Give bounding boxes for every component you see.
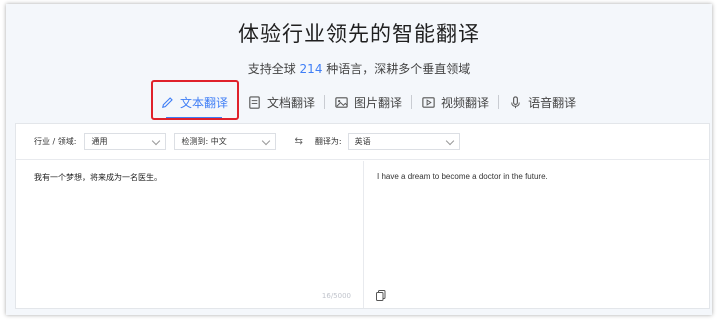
source-text-area[interactable]: 我有一个梦想，将来成为一名医生。 16/5000	[16, 161, 364, 308]
target-language-value: 英语	[354, 137, 371, 146]
tab-divider	[411, 95, 413, 109]
tab-text-translation[interactable]: 文本翻译	[154, 88, 234, 119]
document-icon	[249, 95, 260, 109]
translated-text: I have a dream to become a doctor in the…	[377, 172, 548, 181]
source-text[interactable]: 我有一个梦想，将来成为一名医生。	[34, 172, 162, 183]
detected-language: 检测到: 中文	[181, 137, 227, 146]
target-language-label: 翻译为:	[314, 137, 342, 146]
industry-label: 行业 / 领域:	[34, 137, 77, 146]
subtitle-prefix: 支持全球	[247, 62, 296, 76]
translation-panel: 行业 / 领域: 通用 检测到: 中文 ⇆ 翻译为: 英语 我有一个梦想，将来成…	[15, 123, 710, 309]
tab-document-translation[interactable]: 文档翻译	[241, 88, 321, 116]
tab-divider	[237, 95, 239, 109]
page-frame: 体验行业领先的智能翻译 支持全球 214 种语言，深耕多个垂直领域 文本翻译 文…	[6, 4, 712, 315]
language-count: 214	[299, 62, 323, 76]
chevron-down-icon	[152, 136, 161, 146]
chevron-down-icon	[445, 136, 454, 146]
target-language-select[interactable]: 英语	[347, 133, 460, 150]
character-count: 16/5000	[321, 292, 351, 300]
industry-select[interactable]: 通用	[84, 133, 167, 150]
source-language-select[interactable]: 检测到: 中文	[174, 133, 277, 150]
microphone-icon	[511, 95, 520, 108]
subtitle-suffix: 种语言，深耕多个垂直领域	[326, 62, 471, 76]
translation-mode-tabs: 文本翻译 文档翻译 图片翻译 视频翻译 语音翻译	[154, 88, 582, 119]
tab-video-translation[interactable]: 视频翻译	[415, 88, 495, 116]
tab-image-translation[interactable]: 图片翻译	[328, 88, 408, 116]
translation-result-area: I have a dream to become a doctor in the…	[365, 161, 709, 308]
tab-voice-translation[interactable]: 语音翻译	[502, 88, 582, 116]
tab-label: 语音翻译	[528, 95, 577, 110]
tab-divider	[498, 95, 500, 109]
language-toolbar: 行业 / 领域: 通用 检测到: 中文 ⇆ 翻译为: 英语	[16, 124, 709, 160]
swap-languages-icon[interactable]: ⇆	[294, 136, 302, 147]
tab-label: 视频翻译	[441, 95, 490, 110]
page-title: 体验行业领先的智能翻译	[238, 22, 480, 46]
chevron-down-icon	[262, 136, 271, 146]
tab-label: 图片翻译	[354, 95, 403, 110]
tab-divider	[324, 95, 326, 109]
image-icon	[335, 96, 348, 108]
industry-value: 通用	[91, 137, 108, 146]
copy-icon[interactable]	[376, 290, 386, 301]
video-icon	[422, 96, 435, 108]
pencil-icon	[162, 96, 173, 108]
page-subtitle: 支持全球 214 种语言，深耕多个垂直领域	[6, 60, 712, 77]
tab-label: 文档翻译	[267, 95, 316, 110]
tab-label: 文本翻译	[180, 95, 229, 110]
